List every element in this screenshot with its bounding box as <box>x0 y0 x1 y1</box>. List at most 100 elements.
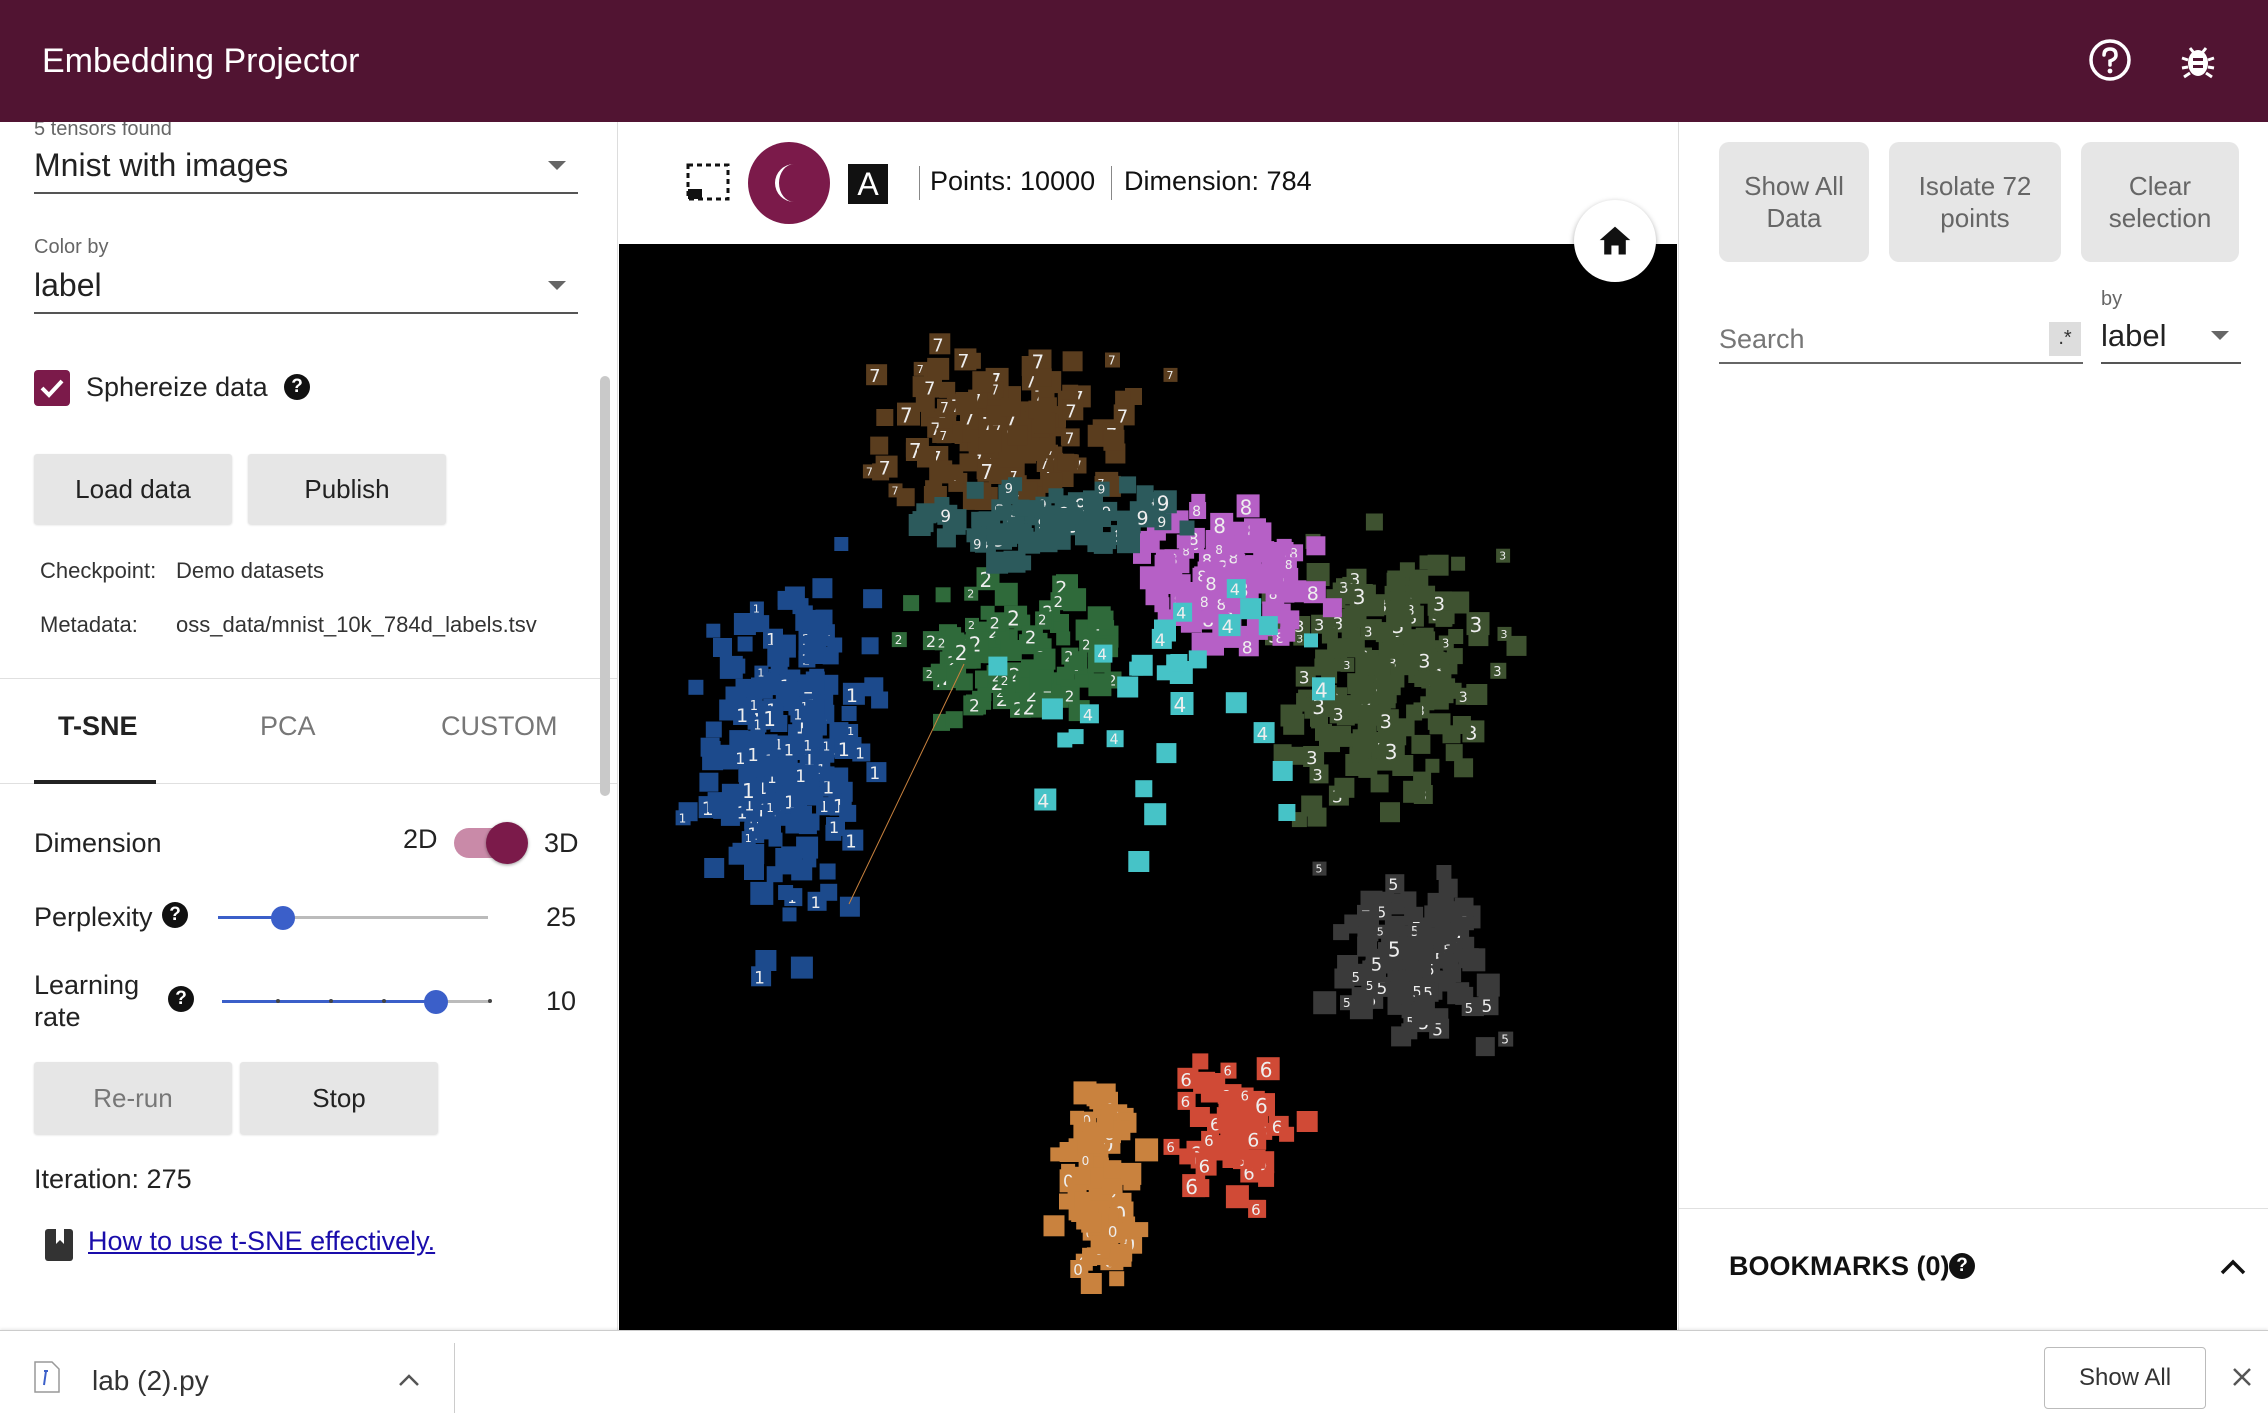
embedding-point[interactable] <box>796 605 813 622</box>
help-icon[interactable]: ? <box>168 986 194 1012</box>
embedding-point[interactable] <box>819 766 835 782</box>
embedding-point[interactable] <box>1276 538 1292 554</box>
embedding-point[interactable] <box>1103 429 1125 451</box>
embedding-point[interactable] <box>1179 1148 1196 1165</box>
embedding-point[interactable]: 4 <box>1094 644 1113 664</box>
embedding-point[interactable]: 2 <box>922 667 937 682</box>
embedding-point[interactable] <box>1034 405 1051 422</box>
embedding-point[interactable] <box>1258 616 1278 636</box>
embedding-point[interactable]: 2 <box>1079 636 1096 654</box>
embedding-point[interactable]: 7 <box>1105 352 1120 368</box>
embedding-point[interactable] <box>863 589 883 609</box>
embedding-point[interactable] <box>1043 1215 1065 1237</box>
embedding-point[interactable] <box>972 371 994 393</box>
help-icon[interactable]: ? <box>162 902 188 928</box>
embedding-point[interactable] <box>1001 397 1021 417</box>
publish-button[interactable]: Publish <box>248 454 446 524</box>
embedding-point[interactable] <box>1062 351 1083 372</box>
embedding-point[interactable]: 4 <box>1170 692 1194 717</box>
embedding-point[interactable] <box>782 907 797 922</box>
embedding-point[interactable]: 5 <box>1362 977 1378 993</box>
embedding-point[interactable]: 4 <box>1034 788 1057 813</box>
embedding-point[interactable] <box>1261 554 1285 578</box>
embedding-point[interactable] <box>1390 981 1414 1005</box>
help-icon[interactable]: ? <box>1949 1253 1975 1279</box>
embedding-point[interactable] <box>1416 924 1432 940</box>
embedding-point[interactable] <box>1414 995 1435 1016</box>
embedding-point[interactable] <box>750 881 774 905</box>
embedding-point[interactable] <box>1395 757 1412 774</box>
embedding-point[interactable] <box>744 860 764 880</box>
embedding-point[interactable] <box>1419 555 1434 570</box>
embedding-point[interactable] <box>1246 1149 1266 1169</box>
embedding-point[interactable]: 7 <box>875 455 898 480</box>
embedding-point[interactable] <box>1192 1053 1209 1070</box>
embedding-point[interactable] <box>1411 585 1427 601</box>
embedding-point[interactable]: 6 <box>1182 1174 1206 1199</box>
embedding-point[interactable]: 8 <box>1189 502 1207 520</box>
embedding-point[interactable] <box>1098 1116 1114 1131</box>
embedding-point[interactable] <box>903 595 920 612</box>
embedding-point[interactable]: 1 <box>741 831 756 846</box>
embedding-point[interactable] <box>864 677 884 697</box>
embedding-point[interactable] <box>1088 673 1112 697</box>
embedding-point[interactable] <box>812 578 833 599</box>
embedding-point[interactable]: 2 <box>1050 592 1069 611</box>
embedding-point[interactable]: 7 <box>977 458 1001 484</box>
embedding-point[interactable]: 6 <box>1177 1067 1199 1091</box>
embedding-point[interactable] <box>1358 758 1378 778</box>
embedding-point[interactable] <box>1041 698 1063 720</box>
rerun-button[interactable]: Re-run <box>34 1062 232 1134</box>
embedding-point[interactable] <box>699 772 719 792</box>
embedding-point[interactable] <box>1406 704 1423 721</box>
embedding-point[interactable]: 3 <box>1497 626 1512 641</box>
embedding-point[interactable] <box>1068 655 1084 671</box>
embedding-point[interactable] <box>1222 1150 1241 1168</box>
tab-custom[interactable]: CUSTOM <box>441 711 558 742</box>
embedding-point[interactable] <box>1117 676 1139 698</box>
chevron-up-icon[interactable] <box>2219 1257 2247 1277</box>
embedding-point[interactable] <box>827 637 843 653</box>
embedding-point[interactable] <box>839 896 860 917</box>
color-by-select[interactable]: label <box>34 260 578 314</box>
embedding-point[interactable] <box>966 481 984 499</box>
embedding-point[interactable] <box>1249 522 1272 545</box>
embedding-point[interactable]: 7 <box>929 333 951 356</box>
embedding-point[interactable]: 0 <box>1070 1260 1089 1279</box>
embedding-point[interactable] <box>1029 669 1052 692</box>
embedding-point[interactable] <box>917 448 936 468</box>
embedding-point[interactable]: 2 <box>966 694 986 717</box>
embedding-point[interactable] <box>1035 530 1058 553</box>
embedding-point[interactable] <box>1415 631 1436 652</box>
embedding-point[interactable]: 3 <box>1340 657 1355 672</box>
embedding-point[interactable]: 8 <box>1303 581 1326 605</box>
embedding-point[interactable]: 7 <box>921 376 942 400</box>
embedding-point[interactable] <box>1095 1083 1116 1104</box>
embedding-point[interactable] <box>955 392 978 414</box>
embedding-point[interactable] <box>733 613 756 635</box>
embedding-point[interactable]: 6 <box>1177 1091 1196 1111</box>
embedding-point[interactable] <box>1352 682 1374 704</box>
embedding-point[interactable] <box>1380 802 1400 823</box>
embedding-point[interactable] <box>935 587 951 603</box>
embedding-point[interactable]: 5 <box>1461 1000 1478 1017</box>
embedding-point[interactable] <box>735 678 754 697</box>
embedding-point[interactable] <box>1136 485 1154 503</box>
embedding-point[interactable] <box>1133 1222 1149 1238</box>
embedding-point[interactable] <box>1179 520 1195 536</box>
embedding-point[interactable] <box>1240 598 1262 620</box>
embedding-point[interactable] <box>1189 1107 1210 1127</box>
embedding-point[interactable] <box>804 645 824 664</box>
embedding-point[interactable] <box>978 511 994 527</box>
embedding-point[interactable]: 1 <box>852 743 871 763</box>
embedding-point[interactable]: 1 <box>826 817 845 837</box>
embedding-point[interactable] <box>820 883 838 901</box>
embedding-point[interactable] <box>1280 610 1300 630</box>
embedding-point[interactable]: 5 <box>1385 874 1405 894</box>
embedding-point[interactable]: 3 <box>1309 764 1329 784</box>
embedding-point[interactable]: 8 <box>1202 572 1224 595</box>
embedding-point[interactable]: 7 <box>913 361 928 376</box>
embedding-point[interactable]: 2 <box>986 612 1006 632</box>
embedding-point[interactable] <box>1156 743 1177 764</box>
embedding-point[interactable] <box>986 523 1009 546</box>
